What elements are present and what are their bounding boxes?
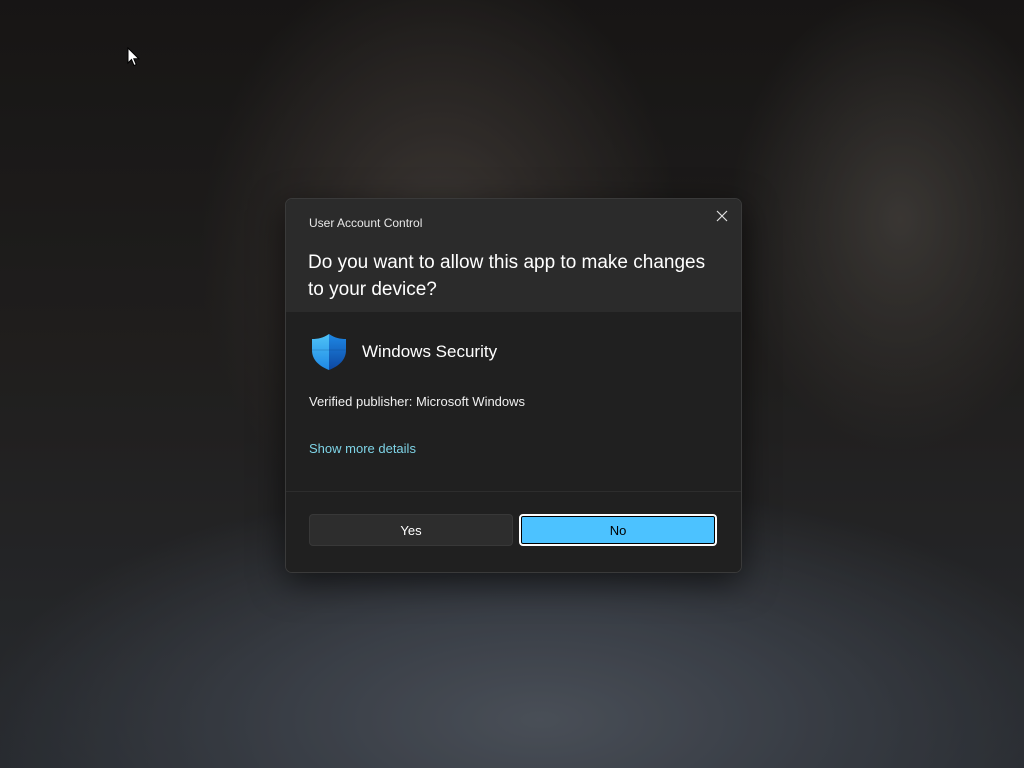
desktop-background: User Account Control Do you want to allo… — [0, 0, 1024, 768]
app-info: Windows Security — [310, 332, 497, 372]
dialog-question: Do you want to allow this app to make ch… — [308, 252, 706, 300]
uac-dialog: User Account Control Do you want to allo… — [285, 198, 742, 573]
app-name: Windows Security — [362, 342, 498, 361]
dialog-footer: Yes No — [286, 491, 741, 572]
close-icon — [716, 210, 728, 222]
dialog-title: User Account Control — [309, 216, 423, 230]
dialog-header: User Account Control Do you want to allo… — [286, 199, 741, 312]
yes-button[interactable]: Yes — [309, 514, 513, 546]
close-button[interactable] — [709, 205, 735, 227]
verified-publisher: Verified publisher: Microsoft Windows — [309, 394, 526, 409]
mouse-cursor-icon — [127, 47, 141, 67]
show-more-details-link[interactable]: Show more details — [309, 441, 416, 456]
shield-icon — [312, 334, 346, 370]
dialog-body: Windows Security Verified publisher: Mic… — [286, 312, 741, 491]
no-button[interactable]: No — [519, 514, 717, 546]
